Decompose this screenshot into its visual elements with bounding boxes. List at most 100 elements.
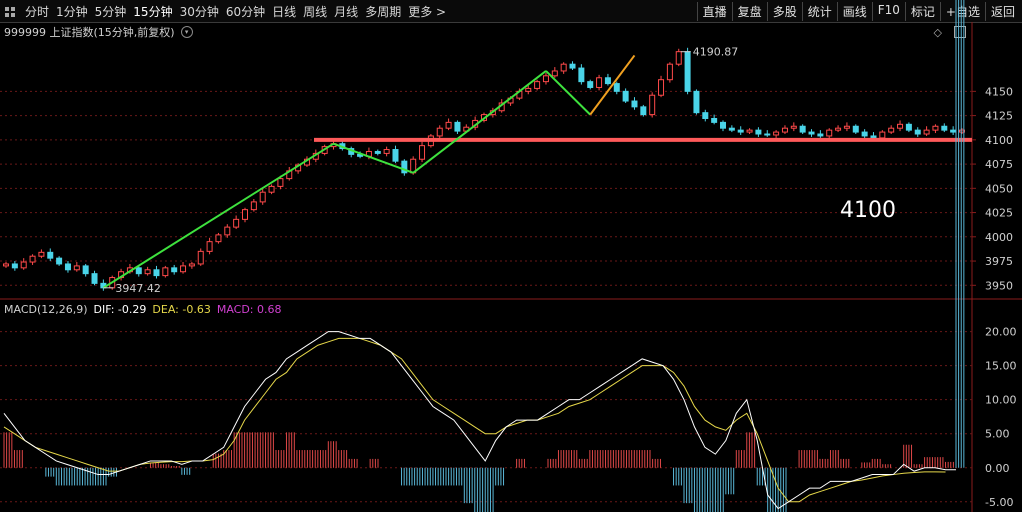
candle-body [702, 112, 709, 119]
high-label: 4190.87 [693, 46, 739, 59]
candle-body [720, 121, 726, 129]
candle-body [82, 265, 89, 275]
candle-body [268, 185, 275, 193]
candle-body [790, 125, 797, 129]
candle-body [233, 218, 240, 228]
level-annotation: 4100 [840, 198, 896, 223]
candle-body [277, 178, 284, 187]
candle-body [826, 129, 833, 137]
candle-body [11, 263, 18, 269]
candle-body [542, 75, 549, 83]
macd-tick-label: 15.00 [985, 360, 1017, 373]
candle-body [250, 201, 257, 211]
macd-tick-label: 0.00 [985, 462, 1010, 475]
candle-body [20, 261, 27, 269]
candle-body [206, 241, 213, 252]
candle-body [923, 129, 930, 135]
candle-body [153, 269, 160, 277]
candle-body [728, 127, 735, 131]
candle-body [454, 121, 461, 132]
candle-body [56, 257, 63, 265]
candle-body [666, 63, 673, 81]
trend-line-segment [412, 70, 547, 174]
candle-body [73, 265, 80, 271]
candle-body [888, 127, 895, 133]
candle-body [914, 129, 921, 135]
candle-body [941, 125, 948, 131]
candle-body [613, 83, 620, 92]
candle-body [604, 77, 611, 85]
candle-body [684, 51, 691, 92]
candle-body [640, 106, 647, 116]
candle-body [799, 125, 806, 133]
candle-body [383, 149, 390, 154]
candle-body [560, 63, 567, 72]
candle-body [3, 263, 9, 267]
low-label: 3947.42 [115, 282, 160, 295]
candle-body [259, 191, 266, 203]
candle-body [817, 133, 824, 137]
candle-body [746, 129, 753, 133]
candle-body [38, 251, 45, 257]
price-tick-label: 4125 [985, 110, 1013, 123]
candle-body [835, 127, 842, 131]
price-tick-label: 4025 [985, 207, 1013, 220]
candle-body [622, 90, 629, 102]
candle-body [91, 273, 98, 284]
candle-body [932, 125, 939, 131]
candle-body [135, 267, 142, 275]
macd-tick-label: 10.00 [985, 394, 1017, 407]
candle-body [144, 269, 151, 275]
candle-body [64, 263, 71, 271]
candle-body [808, 131, 815, 135]
candle-body [773, 131, 780, 136]
candle-body [215, 234, 222, 243]
price-tick-label: 3975 [985, 255, 1013, 268]
candle-body [525, 87, 532, 92]
candle-body [852, 125, 859, 133]
candle-body [569, 63, 576, 69]
price-tick-label: 4150 [985, 85, 1013, 98]
macd-tick-label: 5.00 [985, 428, 1010, 441]
candle-body [587, 81, 594, 88]
candle-body [755, 129, 762, 135]
candle-body [419, 145, 426, 160]
candle-body [224, 226, 231, 236]
price-tick-label: 4075 [985, 158, 1013, 171]
candle-body [649, 94, 656, 116]
candle-body [711, 117, 718, 123]
candle-body [950, 129, 957, 133]
candle-body [392, 149, 399, 162]
candle-body [861, 131, 868, 137]
candle-body [551, 70, 558, 77]
candle-body [658, 79, 665, 96]
candle-body [897, 123, 904, 129]
price-tick-label: 4100 [985, 134, 1013, 147]
candlestick-chart: 3950 3975 4000 4025 4050 4075 4100 4125 4150 20.0… [0, 0, 1022, 512]
candle-body [436, 127, 443, 137]
candle-body [445, 121, 452, 129]
candle-body [197, 250, 204, 265]
candle-body [188, 263, 195, 267]
candle-body [737, 129, 744, 133]
candle-body [764, 133, 771, 136]
candle-body [374, 150, 381, 154]
candle-body [631, 100, 638, 108]
candle-body [781, 127, 788, 133]
price-tick-label: 4000 [985, 231, 1013, 244]
candle-body [693, 90, 700, 114]
candle-body [578, 67, 585, 83]
candle-body [905, 123, 912, 131]
candle-body [171, 267, 178, 273]
candle-body [879, 131, 886, 139]
price-tick-label: 4050 [985, 182, 1013, 195]
candle-body [675, 51, 682, 65]
macd-tick-label: 20.00 [985, 326, 1017, 339]
candle-body [29, 255, 36, 263]
candle-body [534, 81, 541, 89]
price-tick-label: 3950 [985, 279, 1013, 292]
candle-body [180, 265, 187, 273]
candle-body [843, 125, 850, 129]
candle-body [596, 77, 603, 88]
trend-line-segment [333, 142, 414, 174]
